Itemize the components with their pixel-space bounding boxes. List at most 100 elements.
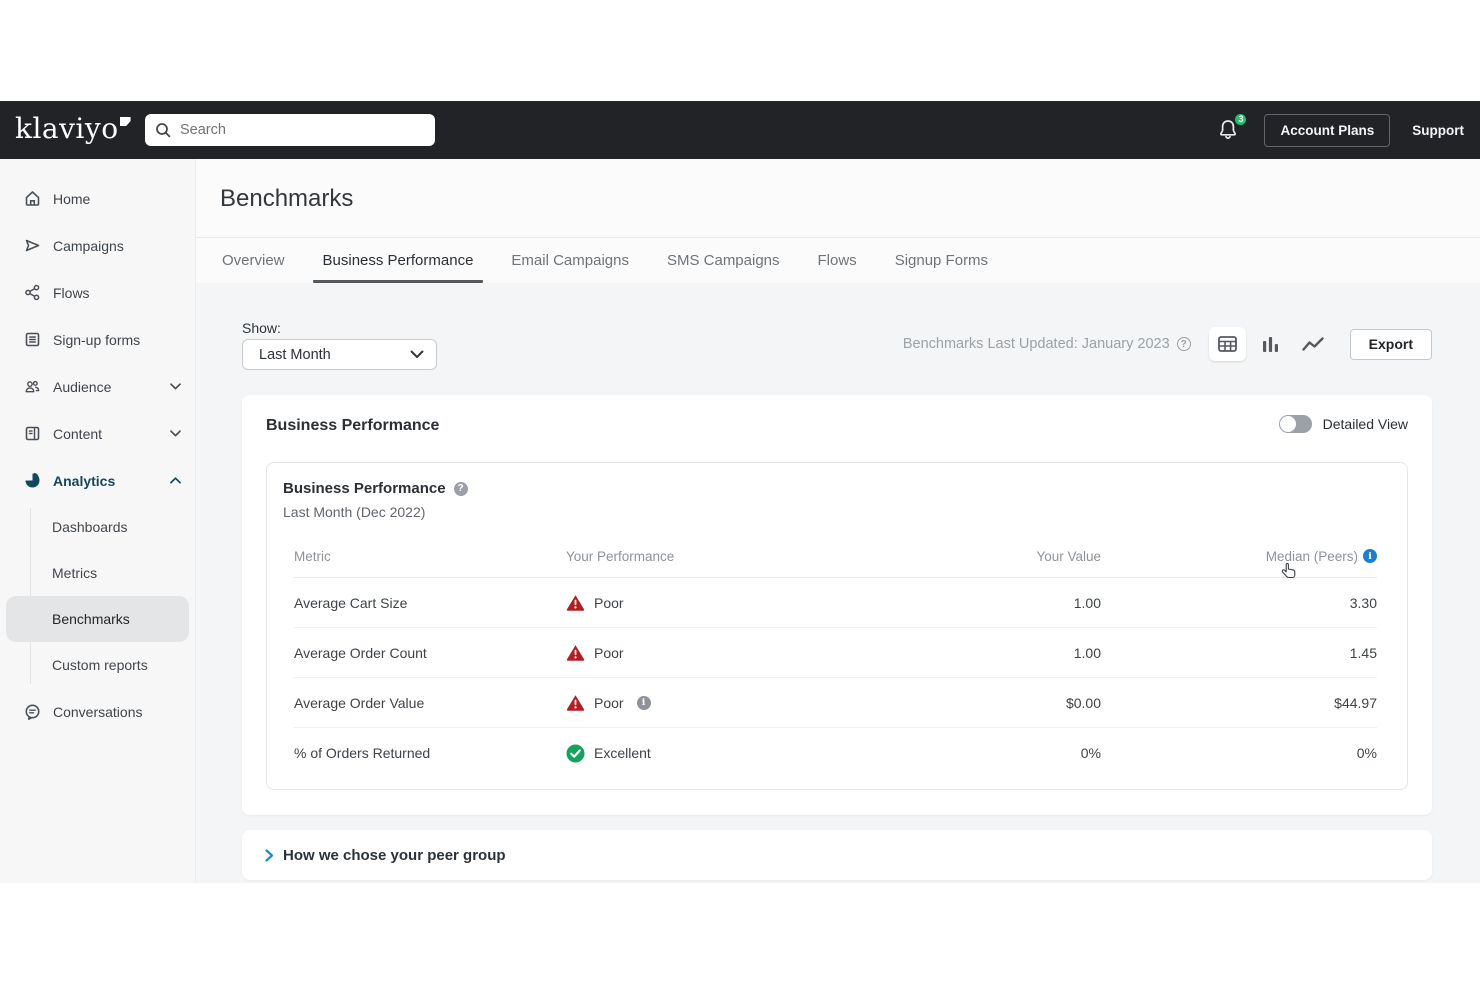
topbar-actions: 3 Account Plans Support <box>1216 101 1464 159</box>
help-icon[interactable] <box>454 482 468 496</box>
flows-icon <box>24 284 41 301</box>
home-icon <box>24 190 41 207</box>
klaviyo-flag-icon <box>120 117 131 126</box>
signup-forms-icon <box>24 331 41 348</box>
bar-chart-view-button[interactable] <box>1252 327 1289 361</box>
status-poor-icon <box>566 594 585 612</box>
account-plans-button[interactable]: Account Plans <box>1264 114 1390 147</box>
performance-cell: Poor <box>566 694 781 712</box>
sidebar-item-flows[interactable]: Flows <box>0 269 195 316</box>
tab-business-performance[interactable]: Business Performance <box>321 238 476 283</box>
top-navigation-bar: klaviyo 3 Account Plans Support <box>0 101 1480 159</box>
benchmark-table: Metric Your Performance Your Value Media… <box>294 541 1377 778</box>
sidebar-item-analytics[interactable]: Analytics <box>0 457 195 504</box>
screenshot-canvas: klaviyo 3 Account Plans Support Home <box>0 0 1480 987</box>
your-value-cell: 1.00 <box>781 595 1101 611</box>
sidebar-item-benchmarks[interactable]: Benchmarks <box>6 596 189 642</box>
global-search[interactable] <box>145 114 435 146</box>
notification-badge: 3 <box>1233 112 1248 127</box>
business-performance-panel: Business Performance Detailed View Busin… <box>242 395 1432 815</box>
last-updated-text: Benchmarks Last Updated: January 2023 <box>903 336 1170 352</box>
analytics-subnav: Dashboards Metrics Benchmarks Custom rep… <box>0 504 195 688</box>
klaviyo-logo[interactable]: klaviyo <box>15 113 131 145</box>
sidebar-item-metrics[interactable]: Metrics <box>0 550 195 596</box>
sidebar-item-label: Flows <box>53 285 181 301</box>
table-row: Average Order Count Poor 1.00 1.45 <box>294 628 1377 678</box>
median-cell: 1.45 <box>1101 645 1377 661</box>
card-title: Business Performance <box>283 480 446 497</box>
chevron-right-icon <box>265 849 274 862</box>
metric-cell: % of Orders Returned <box>294 745 566 761</box>
export-button[interactable]: Export <box>1350 329 1432 360</box>
search-input[interactable] <box>180 122 410 138</box>
your-value-cell: $0.00 <box>781 695 1101 711</box>
column-header-your-performance: Your Performance <box>566 549 781 564</box>
chevron-up-icon <box>170 477 181 484</box>
search-icon <box>155 122 171 138</box>
status-poor-icon <box>566 694 585 712</box>
performance-cell: Poor <box>566 644 781 662</box>
table-row: % of Orders Returned Excellent 0% 0% <box>294 728 1377 778</box>
page-title: Benchmarks <box>220 185 353 213</box>
column-header-median-peers: Median (Peers) <box>1101 549 1377 564</box>
notifications-button[interactable]: 3 <box>1216 117 1242 143</box>
metric-cell: Average Cart Size <box>294 595 566 611</box>
support-link[interactable]: Support <box>1412 123 1464 138</box>
sidebar-item-label: Analytics <box>53 473 170 489</box>
sidebar-item-label: Conversations <box>53 704 181 720</box>
sidebar-item-signup-forms[interactable]: Sign-up forms <box>0 316 195 363</box>
chevron-down-icon <box>170 383 181 390</box>
sidebar-item-dashboards[interactable]: Dashboards <box>0 504 195 550</box>
tab-email-campaigns[interactable]: Email Campaigns <box>509 238 631 283</box>
sidebar: Home Campaigns Flows Sign-up forms Audie… <box>0 159 196 883</box>
peer-group-expander[interactable]: How we chose your peer group <box>242 830 1432 880</box>
sidebar-item-label: Audience <box>53 379 170 395</box>
line-chart-view-button[interactable] <box>1295 327 1332 361</box>
chevron-down-icon <box>410 346 424 364</box>
tab-overview[interactable]: Overview <box>220 238 287 283</box>
klaviyo-logo-text: klaviyo <box>15 112 119 145</box>
sidebar-item-conversations[interactable]: Conversations <box>0 688 195 735</box>
detailed-view-toggle[interactable]: Detailed View <box>1279 415 1408 433</box>
table-header-row: Metric Your Performance Your Value Media… <box>294 541 1377 571</box>
performance-label: Poor <box>594 595 624 611</box>
sidebar-item-home[interactable]: Home <box>0 175 195 222</box>
your-value-cell: 0% <box>781 745 1101 761</box>
info-icon[interactable] <box>1363 549 1377 563</box>
tab-signup-forms[interactable]: Signup Forms <box>893 238 990 283</box>
status-excellent-icon <box>566 744 585 762</box>
performance-cell: Excellent <box>566 744 781 762</box>
period-select[interactable]: Last Month <box>242 339 437 370</box>
status-poor-icon <box>566 644 585 662</box>
sidebar-item-campaigns[interactable]: Campaigns <box>0 222 195 269</box>
tab-flows[interactable]: Flows <box>816 238 859 283</box>
tab-sms-campaigns[interactable]: SMS Campaigns <box>665 238 782 283</box>
analytics-icon <box>24 472 41 489</box>
median-cell: $44.97 <box>1101 695 1377 711</box>
sidebar-item-custom-reports[interactable]: Custom reports <box>0 642 195 688</box>
card-subtitle: Last Month (Dec 2022) <box>283 504 425 520</box>
help-icon[interactable] <box>1177 337 1191 351</box>
sidebar-item-content[interactable]: Content <box>0 410 195 457</box>
your-value-cell: 1.00 <box>781 645 1101 661</box>
metric-cell: Average Order Value <box>294 695 566 711</box>
performance-label: Poor <box>594 695 624 711</box>
performance-label: Poor <box>594 645 624 661</box>
content-area: Show: Last Month Benchmarks Last Updated… <box>196 283 1480 883</box>
benchmark-controls: Benchmarks Last Updated: January 2023 Ex… <box>903 327 1432 361</box>
panel-title: Business Performance <box>266 417 439 435</box>
detailed-view-label: Detailed View <box>1323 416 1408 432</box>
table-view-button[interactable] <box>1209 327 1246 361</box>
metric-cell: Average Order Count <box>294 645 566 661</box>
campaigns-icon <box>24 237 41 254</box>
page-header: Benchmarks Overview Business Performance… <box>196 159 1480 283</box>
sidebar-item-label: Content <box>53 426 170 442</box>
info-icon[interactable] <box>637 696 651 710</box>
audience-icon <box>24 378 41 395</box>
sidebar-item-audience[interactable]: Audience <box>0 363 195 410</box>
benchmark-table-card: Business Performance Last Month (Dec 202… <box>266 462 1408 790</box>
tab-bar: Overview Business Performance Email Camp… <box>220 238 1024 283</box>
column-header-metric: Metric <box>294 549 566 564</box>
sidebar-item-label: Home <box>53 191 181 207</box>
column-header-your-value: Your Value <box>781 549 1101 564</box>
